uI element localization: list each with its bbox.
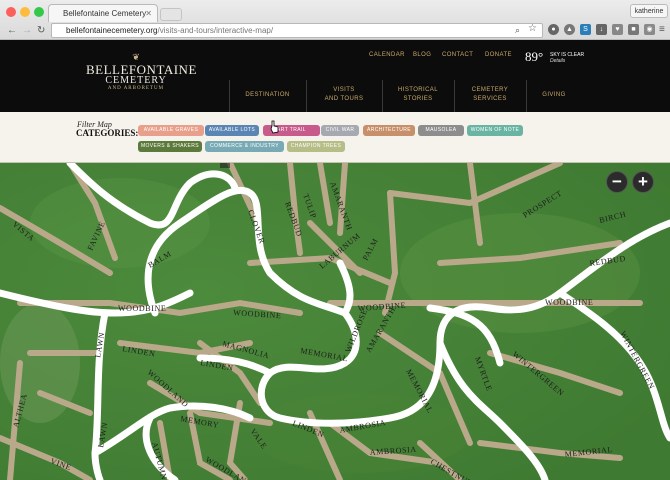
close-window-button[interactable] [6,7,16,17]
nav-item-cemetery-services[interactable]: CEMETERY SERVICES [454,86,526,104]
extension-drop-icon[interactable]: ● [548,24,559,35]
nav-item-historical-stories[interactable]: HISTORICAL STORIES [382,86,454,104]
logo-line-3: AND ARBORETUM [107,86,165,91]
filter-pill-architecture[interactable]: ARCHITECTURE [363,125,415,136]
filter-bar: Filter Map CATEGORIES: AVAILABLE GRAVES A… [0,112,670,163]
browser-tab[interactable]: Bellefontaine Cemetery ✕ [48,4,158,22]
extension-s-icon[interactable]: S [580,24,591,35]
tab-title: Bellefontaine Cemetery [63,9,147,18]
weather-widget: SKY IS CLEAR Details [550,52,584,64]
utility-link-calendar[interactable]: CALENDAR [369,52,405,58]
reload-icon[interactable]: ↻ [37,25,45,37]
forward-icon[interactable]: → [22,25,32,37]
site-logo[interactable]: ❦ BELLEFONTAINE CEMETERY AND ARBORETUM [86,52,196,91]
road-label: WOODBINE [118,304,166,313]
filter-pill-available-graves[interactable]: AVAILABLE GRAVES [138,125,204,136]
logo-line-2: CEMETERY [105,75,167,86]
minimize-window-button[interactable] [20,7,30,17]
filter-pill-civil-war[interactable]: CIVIL WAR [321,125,359,136]
url-path: /visits-and-tours/interactive-map/ [157,26,274,35]
zoom-in-button[interactable]: + [632,171,654,193]
utility-link-blog[interactable]: BLOG [413,52,431,58]
maximize-window-button[interactable] [34,7,44,17]
zoom-icon[interactable]: ⌕ [515,24,520,36]
new-tab-button[interactable] [160,8,182,21]
site-header: ❦ BELLEFONTAINE CEMETERY AND ARBORETUM C… [0,40,670,112]
utility-link-donate[interactable]: DONATE [485,52,512,58]
interactive-map[interactable]: VISTA FAVINE BALM CLOVER REDBUD TULIP AM… [0,163,670,480]
extension-chat-icon[interactable]: ■ [628,24,639,35]
browser-chrome: Bellefontaine Cemetery ✕ katherine ← → ↻… [0,0,670,40]
filter-pill-women-of-note[interactable]: WOMEN OF NOTE [467,125,523,136]
filter-subtitle: CATEGORIES: [76,128,139,138]
map-canvas[interactable]: VISTA FAVINE BALM CLOVER REDBUD TULIP AM… [0,163,670,480]
extension-cloud-icon[interactable]: ▲ [564,24,575,35]
filter-pill-movers-shakers[interactable]: MOVERS & SHAKERS [138,141,202,152]
menu-icon[interactable]: ≡ [659,24,665,36]
filter-pill-mausolea[interactable]: MAUSOLEA [418,125,464,136]
weather-temperature: 89° [525,49,544,64]
filter-pill-champion-trees[interactable]: CHAMPION TREES [287,141,345,152]
url-domain: bellefontainecemetery.org [66,26,158,35]
back-icon[interactable]: ← [7,25,17,37]
extension-download-icon[interactable]: ↓ [596,24,607,35]
close-tab-icon[interactable]: ✕ [145,5,152,23]
nav-item-giving[interactable]: GIVING [526,91,582,100]
utility-link-contact[interactable]: CONTACT [442,52,473,58]
address-bar[interactable]: bellefontainecemetery.org/visits-and-tou… [51,23,543,38]
nav-item-visits-and-tours[interactable]: VISITS AND TOURS [306,86,382,104]
profile-button[interactable]: katherine [630,4,668,18]
extension-camera-icon[interactable]: ◉ [644,24,655,35]
road-label: WOODBINE [545,298,593,307]
filter-pill-commerce-industry[interactable]: COMMERCE & INDUSTRY [205,141,284,152]
nav-item-destination[interactable]: DESTINATION [229,91,306,100]
weather-details-link[interactable]: Details [550,58,565,64]
zoom-out-button[interactable]: − [606,171,628,193]
mouse-cursor-icon [270,120,279,134]
filter-pill-available-lots[interactable]: AVAILABLE LOTS [205,125,259,136]
pocket-icon[interactable]: ♥ [612,24,623,35]
bookmark-star-icon[interactable]: ☆ [528,23,537,35]
